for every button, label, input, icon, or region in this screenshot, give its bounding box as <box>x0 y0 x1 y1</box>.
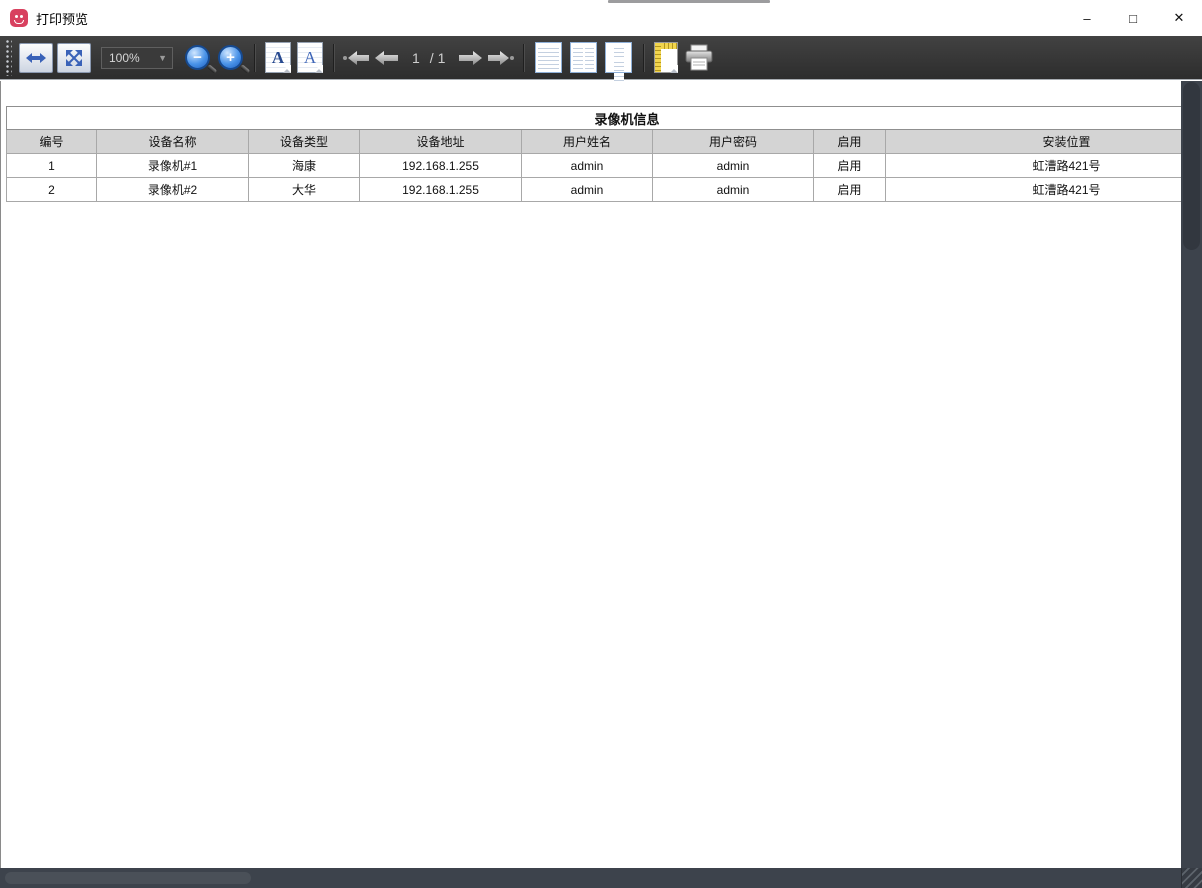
cell: 大华 <box>249 178 360 202</box>
previous-page-icon <box>374 50 399 66</box>
total-pages: / 1 <box>430 50 446 66</box>
cell: 海康 <box>249 154 360 178</box>
cell: 虹漕路421号 <box>886 178 1202 202</box>
cell: 1 <box>7 154 97 178</box>
resize-grip[interactable] <box>1181 868 1202 888</box>
two-page-view-button[interactable] <box>570 42 597 73</box>
cell: 192.168.1.255 <box>360 154 522 178</box>
fit-width-icon <box>25 51 47 65</box>
col-header-device-type: 设备类型 <box>249 130 360 154</box>
col-header-device-name: 设备名称 <box>97 130 249 154</box>
cell: admin <box>522 178 653 202</box>
window-title: 打印预览 <box>36 9 88 28</box>
four-page-view-button[interactable] <box>605 42 632 73</box>
next-page-icon <box>458 50 483 66</box>
font-smaller-button[interactable]: A <box>265 42 291 73</box>
toolbar-separator <box>333 44 334 72</box>
minimize-icon: – <box>1083 11 1090 26</box>
fit-page-icon <box>64 48 84 68</box>
toolbar-separator <box>254 44 255 72</box>
zoom-level-select[interactable]: 100% ▼ <box>101 47 173 69</box>
preview-area: 录像机信息 编号 设备名称 设备类型 设备地址 用户姓名 用户密码 启用 安装位… <box>0 81 1202 868</box>
cell: 虹漕路421号 <box>886 154 1202 178</box>
page-setup-icon <box>670 65 678 73</box>
toolbar: 100% ▼ − + A A 1 / 1 <box>0 36 1202 80</box>
page-setup-button[interactable] <box>654 42 678 73</box>
maximize-button[interactable]: □ <box>1110 0 1156 36</box>
zoom-out-button[interactable]: − <box>185 45 210 70</box>
col-header-no: 编号 <box>7 130 97 154</box>
cell: 2 <box>7 178 97 202</box>
cell: admin <box>522 154 653 178</box>
cell: 192.168.1.255 <box>360 178 522 202</box>
col-header-username: 用户姓名 <box>522 130 653 154</box>
minimize-button[interactable]: – <box>1064 0 1110 36</box>
cell: admin <box>653 178 814 202</box>
fit-width-button[interactable] <box>19 43 53 73</box>
table-header-row: 编号 设备名称 设备类型 设备地址 用户姓名 用户密码 启用 安装位置 <box>7 130 1202 154</box>
zoom-in-button[interactable]: + <box>218 45 243 70</box>
font-larger-button[interactable]: A <box>297 42 323 73</box>
next-page-button[interactable] <box>458 50 483 66</box>
print-button[interactable] <box>683 44 715 72</box>
last-page-button[interactable] <box>487 50 514 66</box>
horizontal-scrollbar[interactable] <box>0 868 1202 888</box>
toolbar-separator <box>523 44 524 72</box>
first-page-button[interactable] <box>343 50 370 66</box>
table-row: 1 录像机#1 海康 192.168.1.255 admin admin 启用 … <box>7 154 1202 178</box>
current-page: 1 <box>412 50 420 66</box>
vertical-scrollbar-thumb[interactable] <box>1183 82 1200 250</box>
zoom-level-value: 100% <box>109 51 140 65</box>
close-icon: ✕ <box>1174 10 1185 26</box>
print-preview-window: 打印预览 – □ ✕ 100% ▼ <box>0 0 1202 888</box>
last-page-icon <box>487 50 514 66</box>
col-header-device-address: 设备地址 <box>360 130 522 154</box>
horizontal-scrollbar-thumb[interactable] <box>5 872 251 884</box>
cell: admin <box>653 154 814 178</box>
chevron-down-icon: ▼ <box>158 53 167 63</box>
previous-page-button[interactable] <box>374 50 399 66</box>
titlebar: 打印预览 – □ ✕ <box>0 0 1202 36</box>
col-header-enabled: 启用 <box>814 130 886 154</box>
zoom-in-icon: + <box>226 49 235 66</box>
report-table: 录像机信息 编号 设备名称 设备类型 设备地址 用户姓名 用户密码 启用 安装位… <box>6 106 1202 202</box>
window-controls: – □ ✕ <box>1064 0 1202 36</box>
background-window-artifact <box>608 0 770 3</box>
col-header-install-location: 安装位置 <box>886 130 1202 154</box>
maximize-icon: □ <box>1129 11 1137 26</box>
close-button[interactable]: ✕ <box>1156 0 1202 36</box>
zoom-out-icon: − <box>193 49 202 66</box>
cell: 录像机#1 <box>97 154 249 178</box>
app-icon <box>10 9 28 27</box>
single-page-icon <box>538 45 559 70</box>
cell: 启用 <box>814 178 886 202</box>
cell: 录像机#2 <box>97 178 249 202</box>
report-title: 录像机信息 <box>7 107 1202 130</box>
col-header-password: 用户密码 <box>653 130 814 154</box>
two-page-icon <box>573 45 583 70</box>
page-indicator: 1 / 1 <box>407 50 450 66</box>
four-page-icon <box>614 45 624 57</box>
vertical-scrollbar[interactable] <box>1181 81 1202 868</box>
one-page-view-button[interactable] <box>535 42 562 73</box>
printer-icon <box>683 44 715 72</box>
first-page-icon <box>343 50 370 66</box>
fit-page-button[interactable] <box>57 43 91 73</box>
toolbar-separator <box>643 44 644 72</box>
cell: 启用 <box>814 154 886 178</box>
toolbar-grip[interactable] <box>5 39 12 76</box>
table-row: 2 录像机#2 大华 192.168.1.255 admin admin 启用 … <box>7 178 1202 202</box>
